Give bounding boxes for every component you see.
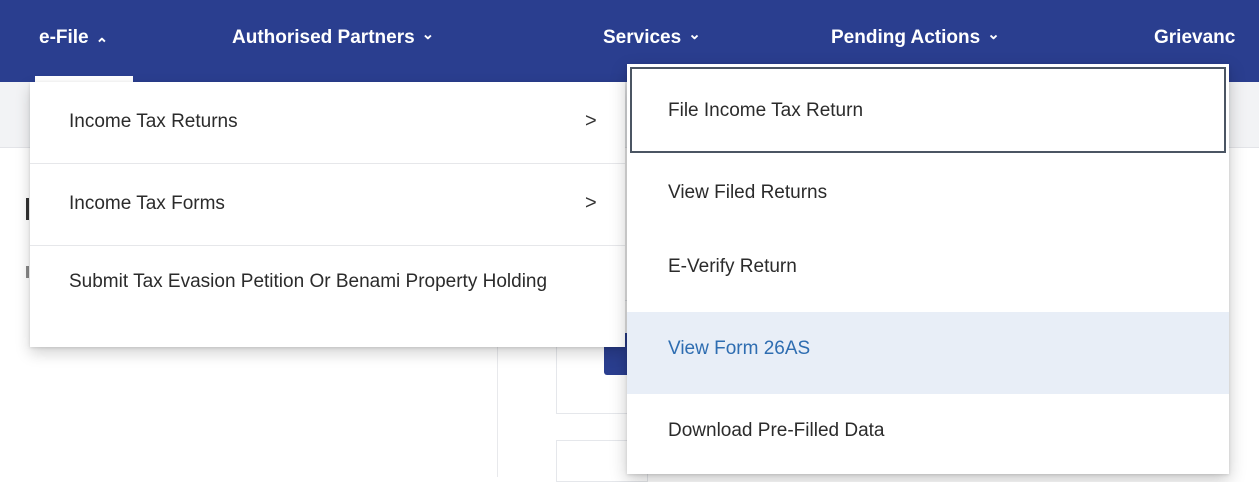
- nav-pending-actions-label: Pending Actions: [831, 27, 981, 48]
- menu-item-view-filed-returns[interactable]: View Filed Returns: [627, 156, 1229, 238]
- menu-item-e-verify-return[interactable]: E-Verify Return: [627, 230, 1229, 312]
- menu-item-submit-tax-evasion-petition[interactable]: Submit Tax Evasion Petition Or Benami Pr…: [30, 246, 625, 347]
- menu-item-label: Income Tax Forms: [69, 193, 225, 214]
- menu-item-label: Income Tax Returns: [69, 111, 238, 132]
- nav-pending-actions[interactable]: Pending Actions ⌄: [831, 26, 1000, 49]
- menu-item-label: View Form 26AS: [668, 338, 811, 359]
- menu-item-label: Download Pre-Filled Data: [668, 420, 885, 441]
- nav-grievances-label: Grievanc: [1154, 27, 1236, 48]
- nav-services[interactable]: Services ⌄: [603, 26, 701, 49]
- nav-authorised-partners-label: Authorised Partners: [232, 27, 415, 48]
- chevron-down-icon: ⌄: [987, 26, 1000, 43]
- efile-dropdown-menu: Income Tax Returns > Income Tax Forms > …: [30, 82, 625, 347]
- chevron-right-icon: >: [585, 110, 597, 132]
- nav-grievances[interactable]: Grievanc: [1154, 27, 1235, 49]
- chevron-up-icon: ⌃: [95, 36, 109, 53]
- page-text-fragment: [26, 198, 29, 220]
- chevron-down-icon: ⌄: [688, 26, 701, 43]
- nav-services-label: Services: [603, 27, 682, 48]
- nav-authorised-partners[interactable]: Authorised Partners ⌄: [232, 26, 435, 49]
- menu-item-label: File Income Tax Return: [668, 100, 864, 121]
- nav-efile[interactable]: e-File ⌃: [39, 27, 108, 53]
- menu-item-file-income-tax-return[interactable]: File Income Tax Return: [627, 64, 1229, 156]
- nav-efile-label: e-File: [39, 27, 89, 48]
- menu-item-view-form-26as[interactable]: View Form 26AS: [627, 312, 1229, 394]
- menu-item-download-pre-filled-data[interactable]: Download Pre-Filled Data: [627, 394, 1229, 476]
- chevron-down-icon: ⌄: [421, 26, 435, 43]
- page-text-fragment: [26, 266, 29, 278]
- menu-item-label: E-Verify Return: [668, 256, 797, 277]
- menu-item-income-tax-returns[interactable]: Income Tax Returns >: [30, 82, 625, 163]
- page-divider: [497, 347, 498, 477]
- chevron-right-icon: >: [585, 192, 597, 214]
- menu-item-label: View Filed Returns: [668, 182, 828, 203]
- menu-item-income-tax-forms[interactable]: Income Tax Forms >: [30, 164, 625, 245]
- income-tax-returns-submenu: File Income Tax Return View Filed Return…: [627, 64, 1229, 474]
- menu-item-label: Submit Tax Evasion Petition Or Benami Pr…: [69, 271, 548, 292]
